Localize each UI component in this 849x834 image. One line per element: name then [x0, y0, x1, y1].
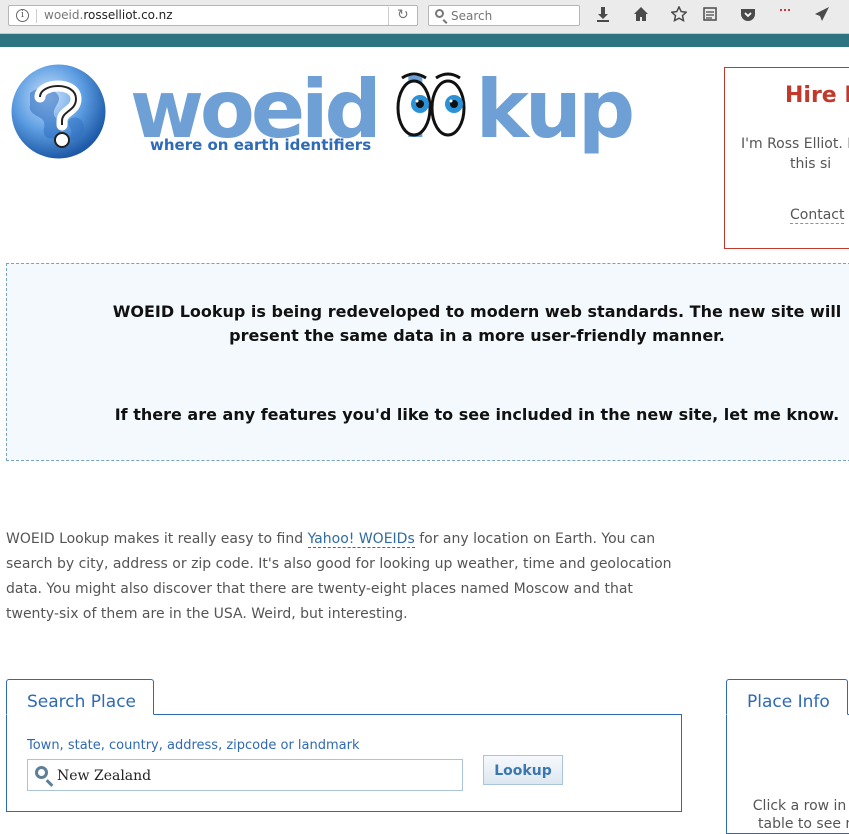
url-bar[interactable]: i woeid.rosselliot.co.nz ↻	[8, 5, 418, 26]
notice-line1: WOEID Lookup is being redeveloped to mod…	[112, 302, 842, 321]
tab-place-info-label: Place Info	[747, 692, 830, 712]
hire-title: Hire M	[785, 83, 849, 108]
url-separator-right	[388, 7, 389, 25]
site-top-bar	[0, 34, 849, 47]
reader-view-icon[interactable]	[700, 6, 720, 26]
place-search-input[interactable]	[57, 766, 452, 786]
site-tagline: where on earth identifiers	[150, 136, 372, 154]
hire-me-box: Hire M I'm Ross Elliot. I this si Contac…	[724, 67, 849, 249]
logo-eyes-icon	[396, 72, 470, 142]
hire-text: I'm Ross Elliot. I this si	[741, 134, 849, 174]
bookmark-star-icon[interactable]	[669, 5, 689, 26]
send-icon[interactable]	[812, 6, 832, 26]
place-info-hint: Click a row in t table to see m	[750, 797, 849, 833]
place-info-hint-line1: Click a row in t	[752, 798, 849, 814]
place-info-hint-line2: table to see m	[758, 816, 849, 832]
reload-icon[interactable]: ↻	[397, 7, 409, 23]
globe-question-logo-icon[interactable]	[10, 63, 107, 160]
browser-toolbar: i woeid.rosselliot.co.nz ↻	[0, 0, 849, 34]
hire-text-line2: this si	[790, 156, 832, 172]
intro-text-start: WOEID Lookup makes it really easy to fin…	[6, 531, 308, 547]
browser-search-box[interactable]	[428, 5, 580, 26]
search-icon	[435, 9, 444, 18]
download-icon[interactable]	[593, 6, 613, 26]
hire-text-line1: I'm Ross Elliot. I	[741, 136, 849, 152]
search-icon	[35, 766, 48, 779]
tab-search-place[interactable]: Search Place	[6, 679, 154, 715]
url-text[interactable]: woeid.rosselliot.co.nz	[44, 8, 173, 22]
intro-paragraph: WOEID Lookup makes it really easy to fin…	[6, 527, 686, 627]
extension-icon[interactable]	[775, 6, 795, 26]
home-icon[interactable]	[631, 6, 651, 26]
notice-line2: present the same data in a more user-fri…	[229, 326, 725, 345]
search-field-label: Town, state, country, address, zipcode o…	[27, 738, 360, 753]
yahoo-woeids-link[interactable]: Yahoo! WOEIDs	[307, 531, 415, 548]
pocket-icon[interactable]	[738, 6, 758, 26]
site-info-icon[interactable]: i	[16, 9, 29, 22]
logo-word-kup: kup	[475, 63, 635, 156]
tab-search-place-label: Search Place	[27, 692, 137, 712]
tab-place-info[interactable]: Place Info	[726, 679, 848, 715]
lookup-button[interactable]: Lookup	[483, 755, 563, 785]
url-separator	[36, 9, 37, 23]
browser-search-input[interactable]	[451, 7, 571, 24]
redevelopment-notice: WOEID Lookup is being redeveloped to mod…	[6, 263, 849, 461]
place-search-field[interactable]	[27, 759, 463, 791]
url-domain: rosselliot.co.nz	[83, 8, 173, 22]
notice-line3: If there are any features you'd like to …	[114, 405, 840, 424]
contact-link[interactable]: Contact	[790, 207, 845, 224]
url-prefix: woeid.	[44, 8, 84, 22]
